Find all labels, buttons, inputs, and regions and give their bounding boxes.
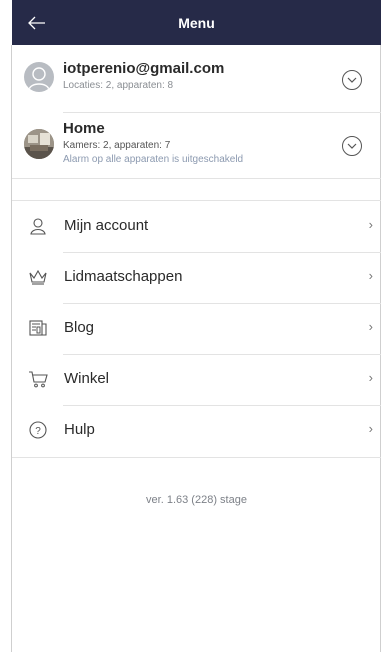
arrow-left-icon: [28, 16, 45, 30]
person-icon: [28, 216, 48, 236]
menu-label: Lidmaatschappen: [64, 268, 183, 285]
version-label: ver. 1.63 (228) stage: [146, 494, 247, 506]
room-photo-icon: [24, 129, 54, 159]
location-row-home[interactable]: Home Kamers: 2, apparaten: 7 Alarm op al…: [12, 120, 381, 172]
menu-label: Blog: [64, 319, 95, 336]
expand-location-button[interactable]: [342, 136, 362, 156]
menu-item-account[interactable]: Mijn account ›: [12, 201, 381, 251]
avatar: [24, 62, 54, 92]
cart-icon: [28, 369, 48, 389]
menu-label: Winkel: [64, 370, 110, 387]
expand-account-button[interactable]: [342, 70, 362, 90]
menu-item-blog[interactable]: Blog ›: [12, 303, 381, 353]
chevron-right-icon: ›: [368, 319, 373, 334]
menu-item-help[interactable]: ? Hulp ›: [12, 405, 381, 455]
menu-label: Hulp: [64, 421, 95, 438]
chevron-right-icon: ›: [368, 370, 373, 385]
chevron-down-icon: [347, 143, 357, 149]
divider: [12, 457, 381, 458]
svg-text:?: ?: [35, 426, 41, 437]
top-bar: Menu: [12, 0, 381, 45]
alarm-status: Alarm op alle apparaten is uitgeschakeld: [63, 154, 244, 165]
account-email: iotperenio@gmail.com: [63, 60, 225, 77]
help-icon: ?: [28, 420, 48, 440]
newspaper-icon: [28, 318, 48, 338]
page-title: Menu: [178, 14, 215, 31]
crown-icon: [28, 267, 48, 287]
location-name: Home: [63, 120, 105, 137]
person-icon: [28, 67, 50, 91]
menu-label: Mijn account: [64, 217, 149, 234]
divider: [12, 178, 381, 179]
chevron-down-icon: [347, 77, 357, 83]
back-button[interactable]: [24, 10, 50, 36]
menu-item-memberships[interactable]: Lidmaatschappen ›: [12, 252, 381, 302]
home-avatar: [24, 129, 54, 159]
chevron-right-icon: ›: [368, 268, 373, 283]
divider: [63, 112, 381, 113]
menu-item-shop[interactable]: Winkel ›: [12, 354, 381, 404]
account-row-email[interactable]: iotperenio@gmail.com Locaties: 2, appara…: [12, 58, 381, 98]
location-summary: Kamers: 2, apparaten: 7: [63, 140, 171, 151]
chevron-right-icon: ›: [368, 217, 373, 232]
chevron-right-icon: ›: [368, 421, 373, 436]
account-summary: Locaties: 2, apparaten: 8: [63, 80, 174, 91]
